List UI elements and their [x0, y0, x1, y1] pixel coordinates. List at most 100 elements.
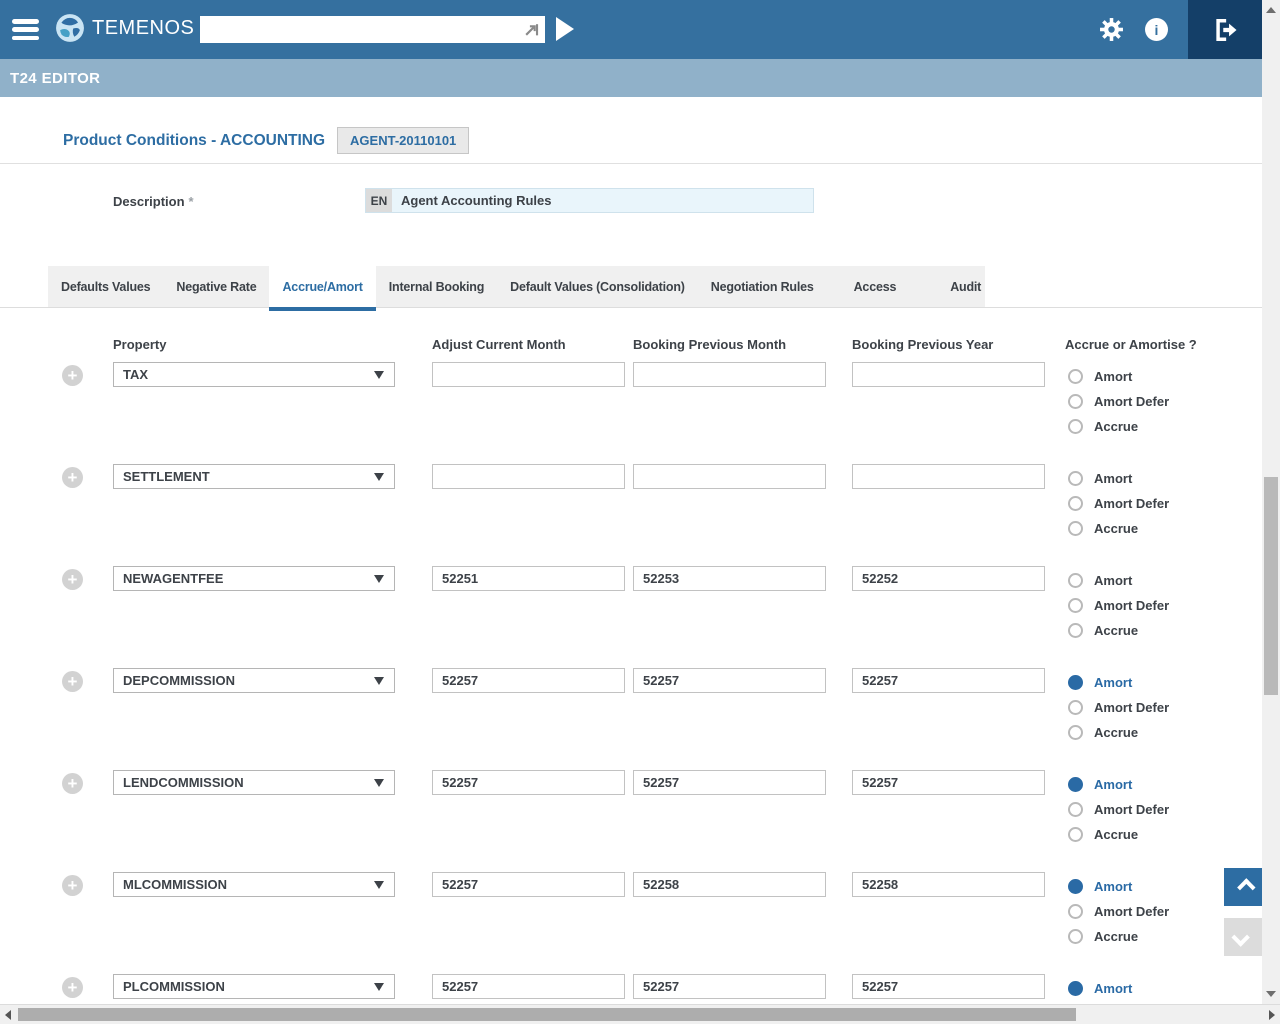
tab-label: Defaults Values	[61, 280, 150, 294]
booking-previous-month-input[interactable]	[633, 362, 826, 387]
radio-amort-defer[interactable]: Amort Defer	[1068, 695, 1169, 720]
radio-amort[interactable]: Amort	[1068, 568, 1169, 593]
add-row-button[interactable]: +	[62, 977, 83, 998]
scrollbar-left-arrow-icon[interactable]	[5, 1010, 11, 1020]
radio-accrue[interactable]: Accrue	[1068, 822, 1169, 847]
property-dropdown[interactable]: DEPCOMMISSION	[113, 668, 395, 693]
booking-previous-month-input[interactable]	[633, 464, 826, 489]
adjust-current-month-input[interactable]	[432, 668, 625, 693]
booking-previous-month-input[interactable]	[633, 566, 826, 591]
radio-accrue[interactable]: Accrue	[1068, 516, 1169, 541]
brand-name: TEMENOS	[92, 17, 194, 40]
tab-accrue-amort[interactable]: Accrue/Amort	[269, 266, 375, 307]
radio-label: Amort	[1094, 369, 1132, 384]
booking-previous-year-input[interactable]	[852, 770, 1045, 795]
adjust-current-month-input[interactable]	[432, 566, 625, 591]
booking-previous-month-input[interactable]	[633, 974, 826, 999]
add-row-button[interactable]: +	[62, 467, 83, 488]
radio-label: Accrue	[1094, 725, 1138, 740]
radio-label: Amort Defer	[1094, 904, 1169, 919]
sign-off-button[interactable]	[1188, 0, 1262, 59]
plus-icon: +	[68, 877, 78, 894]
radio-circle	[1068, 471, 1083, 486]
add-row-button[interactable]: +	[62, 773, 83, 794]
property-dropdown[interactable]: LENDCOMMISSION	[113, 770, 395, 795]
booking-previous-year-input[interactable]	[852, 668, 1045, 693]
booking-previous-year-input[interactable]	[852, 872, 1045, 897]
adjust-current-month-input[interactable]	[432, 974, 625, 999]
radio-amort-defer[interactable]: Amort Defer	[1068, 491, 1169, 516]
radio-amort[interactable]: Amort	[1068, 874, 1169, 899]
tab-internal-booking[interactable]: Internal Booking	[376, 266, 497, 307]
tab-default-values-consolidation[interactable]: Default Values (Consolidation)	[497, 266, 698, 307]
radio-label: Amort	[1094, 879, 1132, 894]
property-value: NEWAGENTFEE	[123, 571, 223, 586]
radio-label: Amort Defer	[1094, 700, 1169, 715]
booking-previous-year-input[interactable]	[852, 464, 1045, 489]
tab-access[interactable]: Access	[827, 266, 924, 307]
tab-negative-rate[interactable]: Negative Rate	[163, 266, 269, 307]
scroll-to-top-button[interactable]	[1224, 868, 1262, 906]
booking-previous-year-input[interactable]	[852, 566, 1045, 591]
radio-circle	[1068, 598, 1083, 613]
radio-circle	[1068, 879, 1083, 894]
radio-amort[interactable]: Amort	[1068, 364, 1169, 389]
scrollbar-up-arrow-icon[interactable]	[1266, 7, 1276, 13]
adjust-current-month-input[interactable]	[432, 362, 625, 387]
radio-accrue[interactable]: Accrue	[1068, 618, 1169, 643]
booking-previous-year-input[interactable]	[852, 974, 1045, 999]
booking-previous-month-input[interactable]	[633, 872, 826, 897]
add-row-button[interactable]: +	[62, 365, 83, 386]
radio-amort-defer[interactable]: Amort Defer	[1068, 389, 1169, 414]
add-row-button[interactable]: +	[62, 671, 83, 692]
adjust-current-month-input[interactable]	[432, 872, 625, 897]
radio-amort[interactable]: Amort	[1068, 466, 1169, 491]
description-input[interactable]	[392, 189, 813, 212]
brand: TEMENOS	[55, 13, 194, 43]
property-dropdown[interactable]: MLCOMMISSION	[113, 872, 395, 897]
radio-amort[interactable]: Amort	[1068, 670, 1169, 695]
tab-label: Negotiation Rules	[711, 280, 814, 294]
horizontal-scrollbar[interactable]	[0, 1004, 1280, 1024]
radio-amort-defer[interactable]: Amort Defer	[1068, 593, 1169, 618]
tab-label: Default Values (Consolidation)	[510, 280, 685, 294]
horizontal-scrollbar-thumb[interactable]	[18, 1008, 1076, 1021]
booking-previous-year-input[interactable]	[852, 362, 1045, 387]
radio-amort[interactable]: Amort	[1068, 976, 1169, 1001]
radio-amort[interactable]: Amort	[1068, 772, 1169, 797]
property-dropdown[interactable]: NEWAGENTFEE	[113, 566, 395, 591]
info-icon[interactable]: i	[1145, 18, 1168, 41]
goto-arrow-icon[interactable]	[523, 21, 540, 38]
radio-amort-defer[interactable]: Amort Defer	[1068, 899, 1169, 924]
menu-icon[interactable]	[12, 19, 39, 40]
radio-label: Amort Defer	[1094, 496, 1169, 511]
property-dropdown[interactable]: TAX	[113, 362, 395, 387]
add-row-button[interactable]: +	[62, 569, 83, 590]
accrue-amortise-radio-group: Amort Amort Defer Accrue	[1068, 364, 1169, 439]
vertical-scrollbar-thumb[interactable]	[1264, 477, 1278, 695]
tab-label: Negative Rate	[176, 280, 256, 294]
scrollbar-right-arrow-icon[interactable]	[1269, 1010, 1275, 1020]
plus-icon: +	[68, 979, 78, 996]
booking-previous-month-input[interactable]	[633, 668, 826, 693]
booking-previous-month-input[interactable]	[633, 770, 826, 795]
command-search-input[interactable]	[200, 16, 545, 43]
tab-defaults-values[interactable]: Defaults Values	[48, 266, 163, 307]
settings-gear-icon[interactable]	[1099, 17, 1124, 47]
radio-accrue[interactable]: Accrue	[1068, 720, 1169, 745]
adjust-current-month-input[interactable]	[432, 464, 625, 489]
scrollbar-down-arrow-icon[interactable]	[1266, 991, 1276, 997]
vertical-scrollbar[interactable]	[1262, 0, 1280, 1004]
tab-audit[interactable]: Audit	[923, 266, 1008, 307]
radio-amort-defer[interactable]: Amort Defer	[1068, 797, 1169, 822]
radio-accrue[interactable]: Accrue	[1068, 414, 1169, 439]
add-row-button[interactable]: +	[62, 875, 83, 896]
radio-accrue[interactable]: Accrue	[1068, 924, 1169, 949]
property-dropdown[interactable]: PLCOMMISSION	[113, 974, 395, 999]
run-command-button[interactable]	[556, 17, 574, 41]
accrue-amortise-radio-group: Amort Amort Defer Accrue	[1068, 874, 1169, 949]
property-dropdown[interactable]: SETTLEMENT	[113, 464, 395, 489]
tab-negotiation-rules[interactable]: Negotiation Rules	[698, 266, 827, 307]
scroll-to-bottom-button[interactable]	[1224, 918, 1262, 956]
adjust-current-month-input[interactable]	[432, 770, 625, 795]
